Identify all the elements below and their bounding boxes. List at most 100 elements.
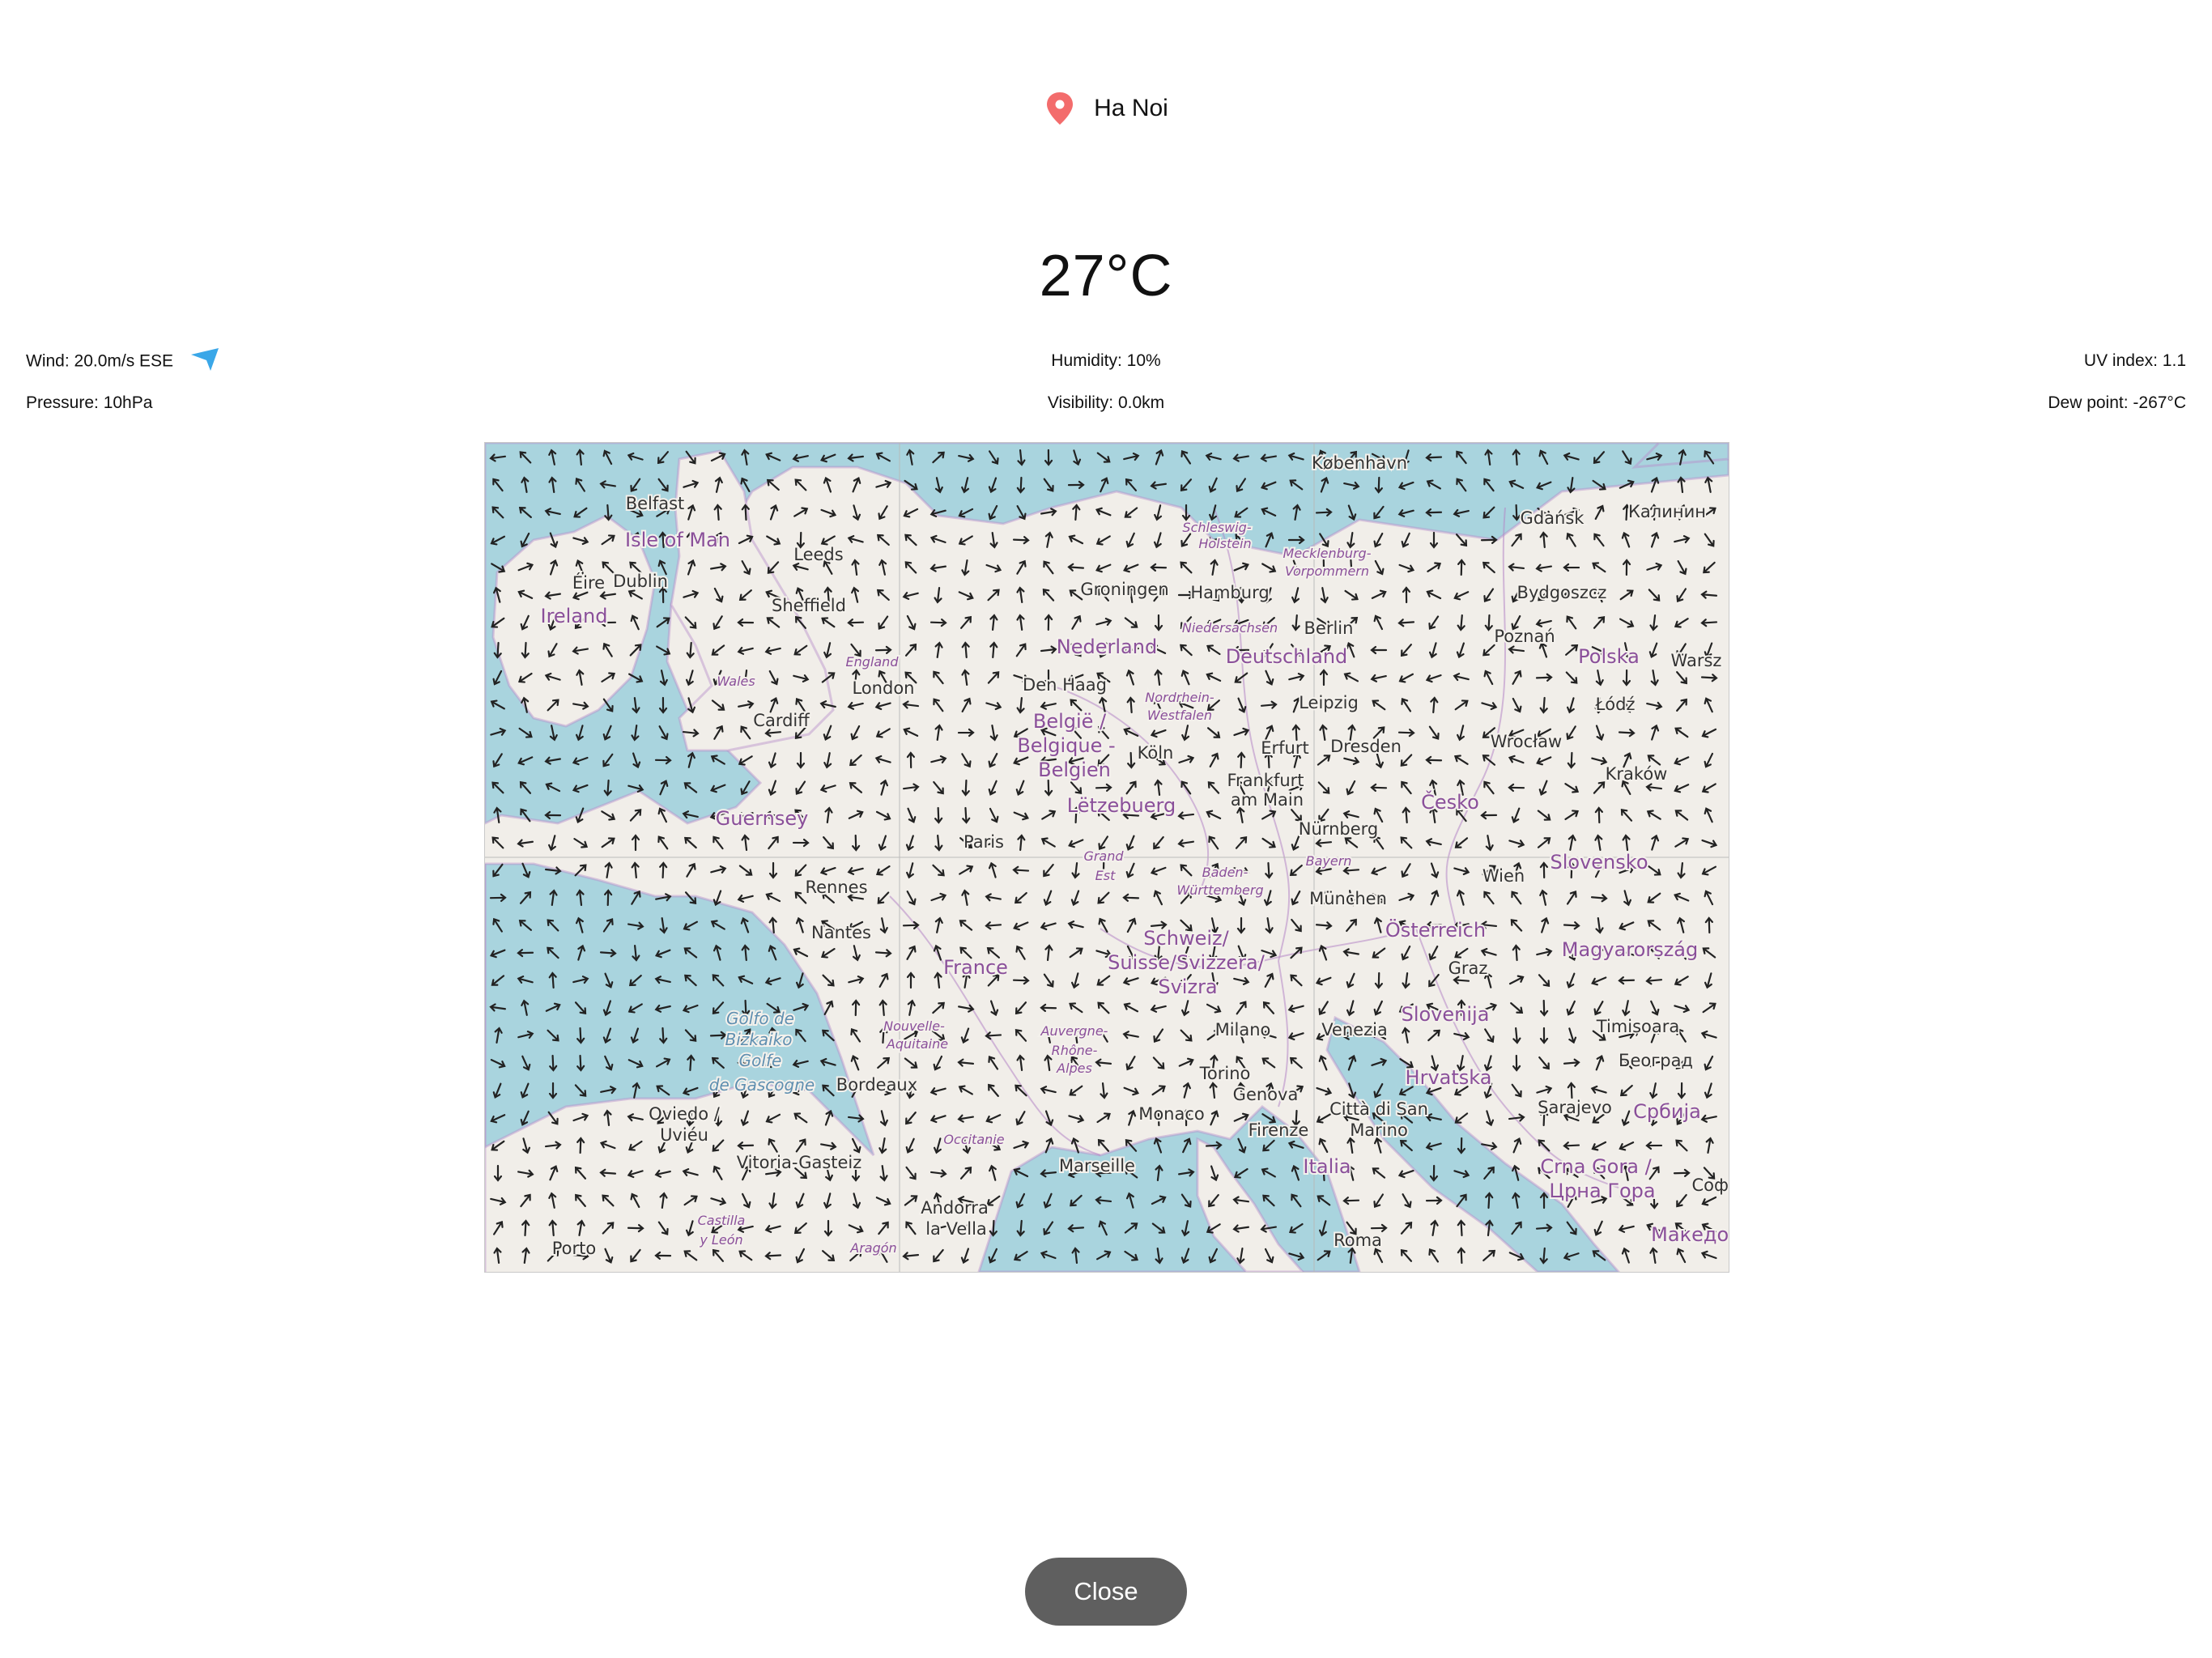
map-label-golfo: Golfo de <box>726 1009 794 1028</box>
map-label-marino: Marino <box>1350 1120 1408 1140</box>
map-label-gascogne: de Gascogne <box>709 1075 815 1095</box>
map-label-niedersachsen: Niedersachsen <box>1182 620 1278 636</box>
map-label-belgie: België / <box>1033 710 1107 733</box>
map-label-leipzig: Leipzig <box>1299 693 1359 712</box>
map-label-kobenhavn: København <box>1312 453 1407 473</box>
map-label-makedonija: Македон <box>1651 1223 1729 1246</box>
map-label-mecklenburg: Mecklenburg- <box>1283 546 1372 561</box>
map-label-koln: Köln <box>1138 743 1174 763</box>
map-label-auvergne: Auvergne- <box>1040 1023 1108 1039</box>
map-label-vitoria: Vitoria-Gasteiz <box>737 1153 862 1172</box>
map-label-wales: Wales <box>717 674 755 689</box>
map-label-eire: Éire <box>572 572 605 593</box>
map-label-porto: Porto <box>552 1239 596 1258</box>
map-label-sofia: Софи <box>1691 1175 1729 1195</box>
map-label-belgique: Belgique - <box>1017 734 1115 757</box>
map-label-magyarorszag: Magyarország <box>1562 938 1699 961</box>
map-label-sarajevo: Sarajevo <box>1538 1098 1612 1117</box>
map-label-torino: Torino <box>1199 1064 1251 1083</box>
map-label-graz: Graz <box>1448 959 1488 978</box>
map-label-den-haag: Den Haag <box>1023 675 1107 695</box>
map-label-hrvatska: Hrvatska <box>1406 1066 1492 1089</box>
map-label-castilla: Castilla <box>698 1213 746 1228</box>
map-label-cesko: Česko <box>1421 789 1479 814</box>
map-label-polska: Polska <box>1578 645 1640 668</box>
map-label-nantes: Nantes <box>811 923 871 942</box>
map-label-schleswig: Schleswig- <box>1182 520 1251 535</box>
map-label-am-main: am Main <box>1231 790 1304 810</box>
map-label-dublin: Dublin <box>613 572 668 591</box>
map-label-isle-of-man: Isle of Man <box>625 529 730 551</box>
map-label-crna-gora-cyr: Црна Гора <box>1549 1180 1655 1202</box>
map-label-slovensko: Slovensko <box>1551 851 1648 874</box>
map-label-wien: Wien <box>1482 866 1525 886</box>
map-label-schweiz: Schweiz/ <box>1143 927 1229 950</box>
map-label-frankfurt: Frankfurt <box>1227 771 1304 790</box>
map-label-rennes: Rennes <box>805 878 867 897</box>
map-label-holstein: Holstein <box>1198 536 1251 551</box>
wind-map-canvas: København Gdańsk Калинин Belfast Isle of Man… <box>485 443 1729 1272</box>
map-label-oviedo: Oviedo / <box>649 1104 721 1124</box>
map-label-roma: Roma <box>1334 1231 1382 1250</box>
close-button[interactable]: Close <box>1025 1558 1187 1626</box>
map-label-sheffield: Sheffield <box>772 596 846 615</box>
map-label-bordeaux: Bordeaux <box>836 1075 917 1095</box>
map-label-aragon: Aragón <box>849 1240 896 1256</box>
map-label-deutschland: Deutschland <box>1226 645 1348 668</box>
map-label-monaco: Monaco <box>1138 1104 1205 1124</box>
map-label-beograd: Београд <box>1619 1051 1693 1070</box>
map-label-golfe: Golfe <box>739 1051 782 1070</box>
map-label-alpes: Alpes <box>1056 1061 1092 1076</box>
map-label-y-leon: y León <box>699 1232 742 1248</box>
map-label-est: Est <box>1095 868 1116 883</box>
location-header: Ha Noi <box>0 91 2212 126</box>
map-label-venezia: Venezia <box>1321 1020 1388 1039</box>
map-label-occitanie: Occitanie <box>943 1132 1004 1147</box>
map-label-uvieu: Uviéu <box>660 1125 708 1145</box>
map-label-rhone: Rhône- <box>1052 1043 1098 1058</box>
map-label-suisse: Suisse/Svizzera/ <box>1108 951 1266 974</box>
map-label-krakow: Kraków <box>1606 764 1668 784</box>
map-label-ireland: Ireland <box>540 605 607 627</box>
map-label-italia: Italia <box>1303 1155 1351 1178</box>
wind-map[interactable]: København Gdańsk Калинин Belfast Isle of Man… <box>484 442 1729 1273</box>
map-label-guernsey: Guernsey <box>716 807 809 830</box>
map-label-nederland: Nederland <box>1057 636 1157 658</box>
map-label-bizkaia: Bizkaiko <box>725 1030 793 1049</box>
map-label-bayern: Bayern <box>1306 853 1352 869</box>
map-label-berlin: Berlin <box>1304 619 1354 638</box>
map-label-svizra: Svizra <box>1158 976 1217 998</box>
map-label-baden: Baden- <box>1202 865 1249 880</box>
humidity-readout: Humidity: 10% <box>1051 351 1161 370</box>
map-label-osterreich: Österreich <box>1385 918 1486 942</box>
map-label-marseille: Marseille <box>1059 1156 1135 1175</box>
map-label-dresden: Dresden <box>1330 737 1402 756</box>
map-label-poznan: Poznań <box>1494 627 1555 646</box>
map-label-nordrhein: Nordrhein- <box>1145 690 1214 705</box>
map-label-leeds: Leeds <box>793 545 843 564</box>
map-label-groningen: Groningen <box>1080 580 1168 599</box>
map-label-nurnberg: Nürnberg <box>1299 819 1378 839</box>
map-label-kaliningrad: Калинин <box>1628 502 1706 521</box>
map-label-bydgoszcz: Bydgoszcz <box>1517 583 1607 602</box>
map-label-srbija: Србија <box>1633 1100 1701 1123</box>
location-name: Ha Noi <box>1094 95 1168 121</box>
map-label-london: London <box>853 678 915 698</box>
map-label-erfurt: Erfurt <box>1261 738 1308 758</box>
map-label-belgien: Belgien <box>1038 759 1111 781</box>
map-label-wroclaw: Wrocław <box>1491 732 1562 751</box>
map-label-timisoara: Timișoara <box>1596 1017 1679 1036</box>
map-label-munchen: München <box>1309 889 1387 908</box>
map-label-belfast: Belfast <box>626 494 685 513</box>
visibility-readout: Visibility: 0.0km <box>1047 393 1165 412</box>
map-label-citta-san: Città di San <box>1329 1099 1428 1119</box>
map-label-milano: Milano <box>1215 1020 1271 1039</box>
map-pin-icon <box>1047 92 1074 125</box>
map-label-wurttemberg: Württemberg <box>1176 882 1263 898</box>
map-label-cardiff: Cardiff <box>753 711 810 730</box>
map-label-england: England <box>846 654 900 670</box>
map-label-paris: Paris <box>963 832 1004 852</box>
map-label-warszawa: Warsz <box>1671 651 1722 670</box>
map-label-hamburg: Hamburg <box>1190 583 1269 602</box>
map-label-genova: Genova <box>1233 1085 1299 1104</box>
